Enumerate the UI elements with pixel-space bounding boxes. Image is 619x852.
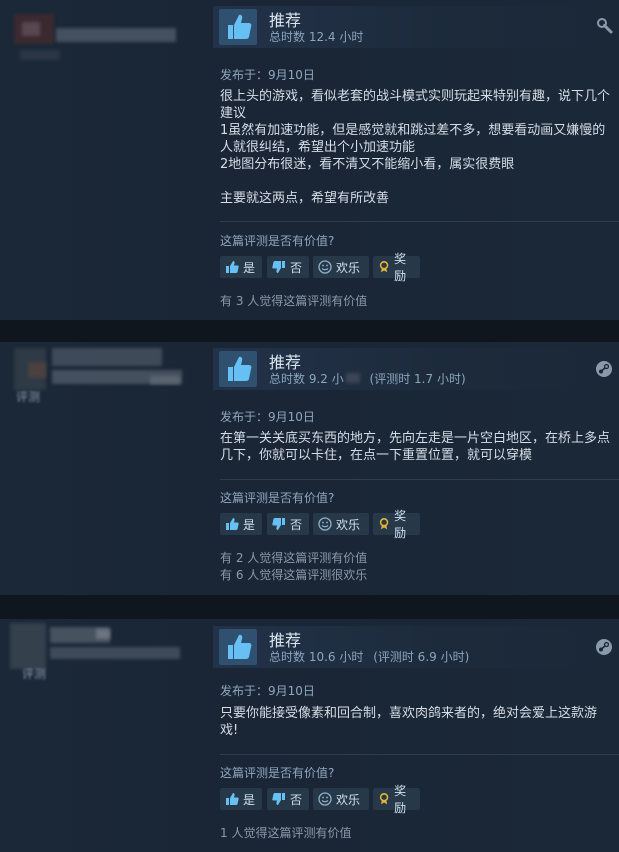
smiley-icon bbox=[318, 517, 332, 531]
user-fragment: 评测 bbox=[22, 667, 47, 681]
award-icon bbox=[379, 793, 389, 805]
review-card: 推荐 总时数 12.4 小时 发布于：9月10日 很上头的游戏，看似老套的战斗模… bbox=[0, 0, 619, 320]
helpful-count: 有 3 人觉得这篇评测有价值 bbox=[220, 294, 368, 308]
review-header: 推荐 总时数 10.6 小时 (评测时 6.9 小时) bbox=[213, 626, 619, 668]
helpful-count: 1 人觉得这篇评测有价值 bbox=[220, 826, 352, 840]
posted-date: 发布于：9月10日 bbox=[220, 684, 315, 698]
thumbs-up-icon bbox=[219, 9, 257, 45]
vote-yes-button[interactable]: 是 bbox=[220, 256, 262, 278]
award-button[interactable]: 奖励 bbox=[373, 509, 420, 540]
posted-date: 发布于：9月10日 bbox=[220, 68, 315, 82]
user-info-blurred bbox=[0, 0, 200, 110]
vote-yes-button[interactable]: 是 bbox=[220, 513, 262, 535]
review-card: 评测 推荐 总时数 10.6 小时 (评测时 6.9 小时) 发布于：9月10日… bbox=[0, 619, 619, 852]
vote-funny-button[interactable]: 欢乐 bbox=[313, 788, 369, 810]
thumbs-down-icon bbox=[272, 793, 285, 805]
divider bbox=[220, 479, 619, 480]
review-body: 在第一关关底买东西的地方，先向左走是一片空白地区，在桥上多点几下，你就可以卡住，… bbox=[220, 431, 611, 463]
smiley-icon bbox=[318, 260, 332, 274]
award-icon bbox=[379, 518, 389, 530]
divider bbox=[220, 754, 619, 755]
review-header: 推荐 总时数 9.2 小 (评测时 1.7 小时) bbox=[213, 348, 619, 390]
thumbs-up-icon bbox=[226, 261, 239, 273]
smiley-icon bbox=[318, 792, 332, 806]
award-button[interactable]: 奖励 bbox=[373, 784, 420, 815]
playtime: 总时数 12.4 小时 bbox=[269, 30, 364, 44]
thumbs-up-icon bbox=[226, 518, 239, 530]
helpful-question: 这篇评测是否有价值? bbox=[220, 766, 335, 780]
funny-count: 有 6 人觉得这篇评测很欢乐 bbox=[220, 568, 368, 582]
review-separator bbox=[0, 595, 619, 619]
helpful-question: 这篇评测是否有价值? bbox=[220, 234, 335, 248]
thumbs-up-icon bbox=[219, 629, 257, 665]
thumbs-down-icon bbox=[272, 518, 285, 530]
review-card: 评测 推荐 总时数 9.2 小 (评测时 1.7 小时) 发布于：9月10日 在… bbox=[0, 342, 619, 595]
review-body: 只要你能接受像素和回合制，喜欢肉鸽来者的，绝对会爱上这款游戏! bbox=[220, 706, 598, 738]
helpful-question: 这篇评测是否有价值? bbox=[220, 491, 335, 505]
vote-no-button[interactable]: 否 bbox=[267, 256, 309, 278]
wrench-icon bbox=[597, 18, 613, 38]
helpful-count: 有 2 人觉得这篇评测有价值 bbox=[220, 551, 368, 565]
user-info-blurred: 评测 bbox=[0, 342, 200, 452]
steam-icon bbox=[595, 638, 613, 660]
award-icon bbox=[379, 261, 389, 273]
thumbs-down-icon bbox=[272, 261, 285, 273]
thumbs-up-icon bbox=[219, 351, 257, 387]
steam-icon bbox=[595, 360, 613, 382]
vote-funny-button[interactable]: 欢乐 bbox=[313, 256, 369, 278]
posted-date: 发布于：9月10日 bbox=[220, 410, 315, 424]
vote-yes-button[interactable]: 是 bbox=[220, 788, 262, 810]
vote-no-button[interactable]: 否 bbox=[267, 788, 309, 810]
review-header: 推荐 总时数 12.4 小时 bbox=[213, 6, 619, 48]
review-body: 很上头的游戏，看似老套的战斗模式实则玩起来特别有趣，说下几个建议 1虽然有加速功… bbox=[220, 89, 611, 206]
review-separator bbox=[0, 320, 619, 342]
award-button[interactable]: 奖励 bbox=[373, 252, 420, 283]
user-fragment: 评测 bbox=[16, 390, 41, 404]
reviews-page: 推荐 总时数 12.4 小时 发布于：9月10日 很上头的游戏，看似老套的战斗模… bbox=[0, 0, 619, 852]
user-info-blurred: 评测 bbox=[0, 619, 200, 729]
vote-no-button[interactable]: 否 bbox=[267, 513, 309, 535]
vote-funny-button[interactable]: 欢乐 bbox=[313, 513, 369, 535]
divider bbox=[220, 221, 619, 222]
playtime: 总时数 9.2 小 (评测时 1.7 小时) bbox=[269, 372, 466, 386]
thumbs-up-icon bbox=[226, 793, 239, 805]
playtime: 总时数 10.6 小时 (评测时 6.9 小时) bbox=[269, 650, 470, 664]
